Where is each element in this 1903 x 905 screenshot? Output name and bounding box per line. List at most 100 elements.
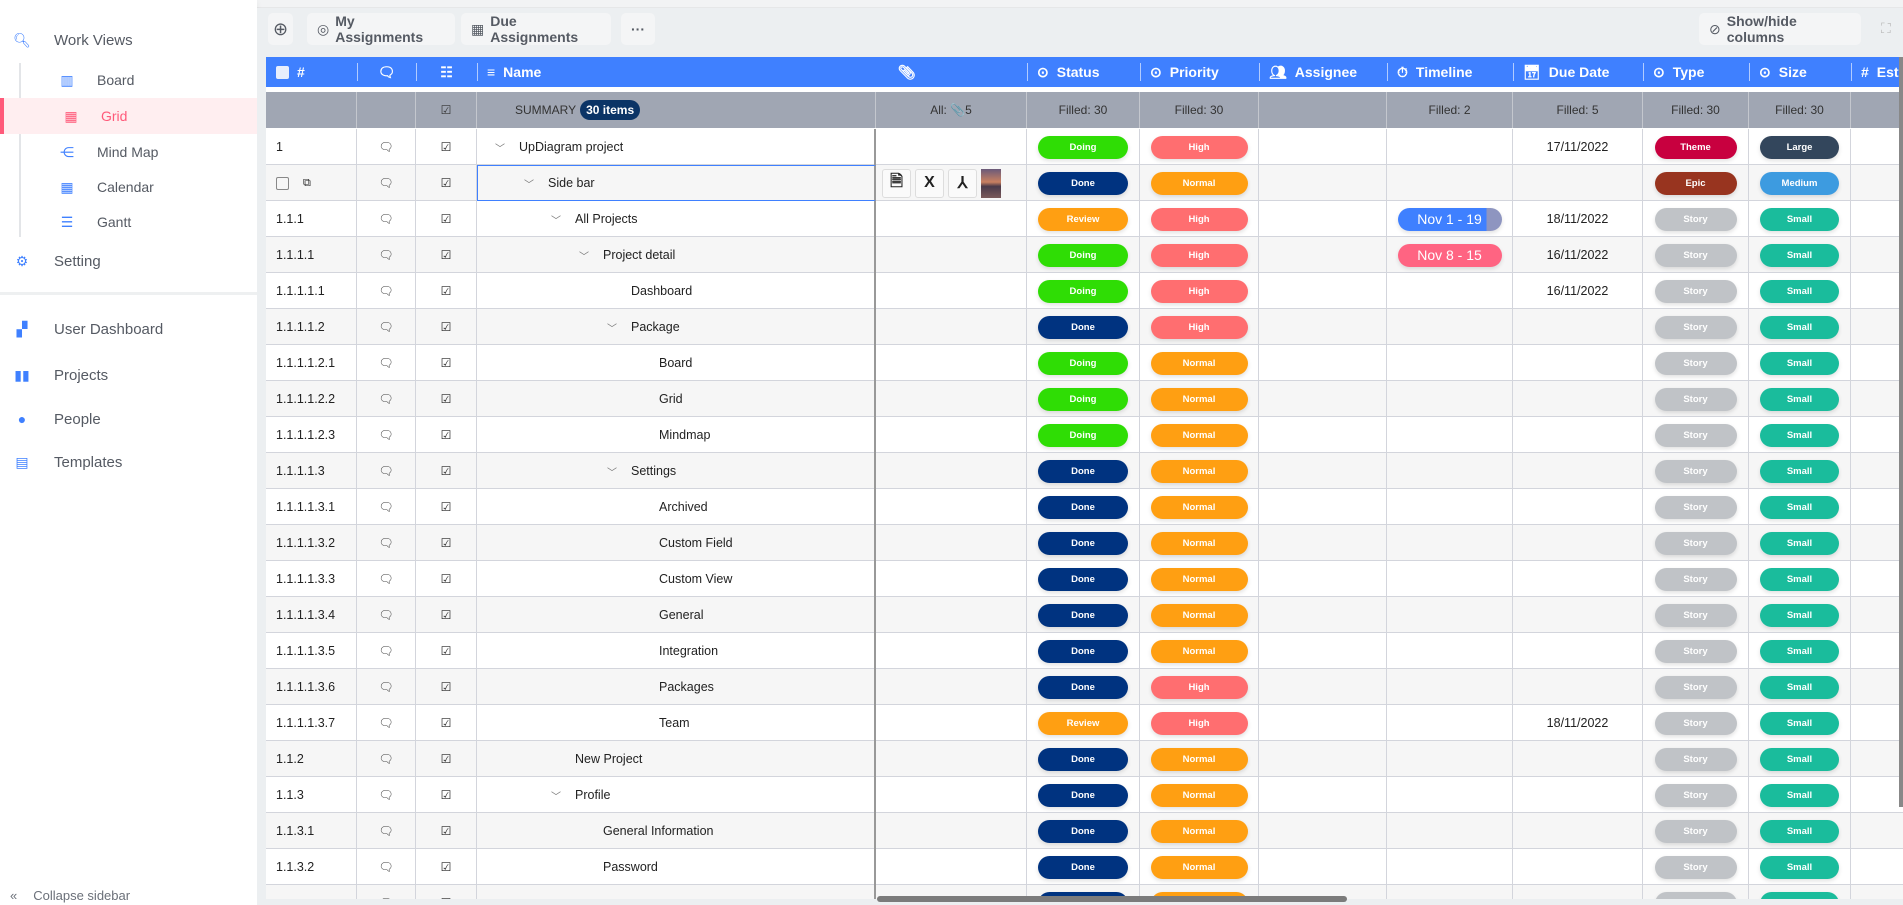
table-row[interactable]: 1.1.1.1.3.3 🗨︎ ☑ Custom View Done Normal Story… — [266, 561, 1903, 597]
status-pill[interactable]: Done — [1038, 567, 1128, 591]
sidebar-item-people[interactable]: ● People — [0, 401, 257, 437]
row-checkbox[interactable] — [276, 176, 289, 190]
name-cell[interactable]: ﹀ Settings — [477, 453, 876, 489]
table-row[interactable]: 1.1.3 🗨︎ ☑ ﹀ Profile Done Normal Story Small — [266, 777, 1903, 813]
header-assignee[interactable]: 👥︎ Assignee — [1259, 57, 1387, 87]
table-row[interactable]: 1 🗨︎ ☑ ﹀ UpDiagram project Doing High 17/11/202… — [266, 129, 1903, 165]
checkbox-icon[interactable]: ☑ — [441, 392, 452, 406]
comment-icon[interactable]: 🗨︎ — [378, 824, 393, 838]
comment-icon[interactable]: 🗨︎ — [378, 500, 393, 514]
checkbox-icon[interactable]: ☑ — [441, 320, 452, 334]
type-pill[interactable]: Story — [1654, 855, 1737, 879]
checkbox-icon[interactable]: ☑ — [441, 248, 452, 262]
comment-icon[interactable]: 🗨︎ — [378, 140, 393, 154]
comment-icon[interactable]: 🗨︎ — [378, 212, 393, 226]
size-pill[interactable]: Small — [1760, 243, 1839, 267]
chevron-down-icon[interactable]: ﹀ — [607, 320, 617, 335]
priority-pill[interactable]: Normal — [1150, 567, 1248, 591]
status-pill[interactable]: Review — [1038, 207, 1128, 231]
priority-pill[interactable]: Normal — [1150, 423, 1248, 447]
table-row[interactable]: 1.1.1.1.3.5 🗨︎ ☑ Integration Done Normal Story… — [266, 633, 1903, 669]
header-name[interactable]: ≡ Name — [477, 57, 876, 87]
checkbox-icon[interactable]: ☑ — [441, 824, 452, 838]
status-pill[interactable]: Done — [1038, 603, 1128, 627]
checkbox-icon[interactable]: ☑ — [441, 752, 452, 766]
name-cell[interactable]: Mindmap — [477, 417, 876, 453]
status-pill[interactable]: Doing — [1038, 243, 1128, 267]
checkbox-icon[interactable]: ☑ — [441, 284, 452, 298]
table-row[interactable]: 1.1.1.1.3.6 🗨︎ ☑ Packages Done High Story Small — [266, 669, 1903, 705]
priority-pill[interactable]: High — [1150, 279, 1248, 303]
status-pill[interactable]: Done — [1038, 495, 1128, 519]
table-row[interactable]: 1.1.1.1.2.3 🗨︎ ☑ Mindmap Doing Normal Story Sma… — [266, 417, 1903, 453]
checkbox-icon[interactable]: ☑ — [441, 500, 452, 514]
header-num[interactable]: # — [266, 57, 357, 87]
add-button[interactable]: ⊕ — [268, 13, 293, 45]
checkbox-icon[interactable]: ☑ — [441, 608, 452, 622]
size-pill[interactable]: Small — [1760, 423, 1839, 447]
table-row[interactable]: ⧉ 🗨︎ ☑ ﹀ Side bar 🗎 X ⅄ Done Normal Epic Medium — [266, 165, 1903, 201]
size-pill[interactable]: Small — [1760, 891, 1839, 899]
comment-icon[interactable]: 🗨︎ — [378, 644, 393, 658]
table-row[interactable]: 1.1.1.1.2.2 🗨︎ ☑ Grid Doing Normal Story Small — [266, 381, 1903, 417]
status-pill[interactable]: Done — [1038, 639, 1128, 663]
name-cell[interactable]: Packages — [477, 669, 876, 705]
comment-icon[interactable]: 🗨︎ — [378, 896, 393, 899]
priority-pill[interactable]: Normal — [1150, 747, 1248, 771]
name-cell[interactable]: New Project — [477, 741, 876, 777]
type-pill[interactable]: Story — [1654, 207, 1737, 231]
comment-icon[interactable]: 🗨︎ — [378, 320, 393, 334]
checkbox-icon[interactable]: ☑ — [441, 464, 452, 478]
name-cell[interactable]: Integration — [477, 633, 876, 669]
collapse-sidebar-button[interactable]: « Collapse sidebar — [10, 888, 130, 903]
size-pill[interactable]: Small — [1760, 351, 1839, 375]
priority-pill[interactable]: High — [1150, 711, 1248, 735]
name-cell[interactable]: Archived — [477, 489, 876, 525]
show-hide-columns-button[interactable]: ⊘ Show/hide columns — [1699, 13, 1861, 45]
type-pill[interactable]: Story — [1654, 531, 1737, 555]
pdf-icon[interactable]: ⅄ — [948, 168, 977, 198]
status-pill[interactable]: Done — [1038, 819, 1128, 843]
chevron-down-icon[interactable]: ﹀ — [607, 464, 617, 479]
sidebar-item-user-dashboard[interactable]: ▞ User Dashboard — [0, 311, 257, 347]
sidebar-item-mind-map[interactable]: ⋲ Mind Map — [0, 134, 257, 170]
priority-pill[interactable]: Normal — [1150, 171, 1248, 195]
open-external-icon[interactable]: ⧉ — [303, 177, 311, 190]
type-pill[interactable]: Epic — [1654, 171, 1737, 195]
status-pill[interactable]: Doing — [1038, 387, 1128, 411]
fullscreen-icon[interactable]: ⛶ — [1881, 20, 1891, 37]
size-pill[interactable]: Small — [1760, 639, 1839, 663]
size-pill[interactable]: Small — [1760, 855, 1839, 879]
priority-pill[interactable]: Normal — [1150, 495, 1248, 519]
size-pill[interactable]: Small — [1760, 207, 1839, 231]
comment-icon[interactable]: 🗨︎ — [378, 428, 393, 442]
header-size[interactable]: ⊙ Size — [1749, 57, 1851, 87]
name-cell[interactable]: Board — [477, 345, 876, 381]
comment-icon[interactable]: 🗨︎ — [378, 752, 393, 766]
name-cell[interactable]: Custom Field — [477, 525, 876, 561]
type-pill[interactable]: Story — [1654, 639, 1737, 663]
type-pill[interactable]: Story — [1654, 675, 1737, 699]
timeline-bar[interactable]: Nov 8 - 15 — [1397, 243, 1502, 267]
type-pill[interactable]: Story — [1654, 351, 1737, 375]
excel-icon[interactable]: X — [915, 168, 944, 198]
my-assignments-button[interactable]: ◎ My Assignments — [307, 13, 455, 45]
size-pill[interactable]: Small — [1760, 603, 1839, 627]
priority-pill[interactable]: Normal — [1150, 819, 1248, 843]
comment-icon[interactable]: 🗨︎ — [378, 788, 393, 802]
table-row[interactable]: 1.1.1 🗨︎ ☑ ﹀ All Projects Review High Nov 1 - 1… — [266, 201, 1903, 237]
table-row[interactable]: 1.1.1.1.3 🗨︎ ☑ ﹀ Settings Done Normal Story Smal… — [266, 453, 1903, 489]
type-pill[interactable]: Story — [1654, 243, 1737, 267]
document-icon[interactable]: 🗎 — [882, 168, 911, 198]
type-pill[interactable]: Story — [1654, 315, 1737, 339]
table-row[interactable]: 1.1.1.1.2 🗨︎ ☑ ﹀ Package Done High Story Small — [266, 309, 1903, 345]
type-pill[interactable]: Story — [1654, 495, 1737, 519]
size-pill[interactable]: Small — [1760, 387, 1839, 411]
size-pill[interactable]: Small — [1760, 495, 1839, 519]
type-pill[interactable]: Story — [1654, 819, 1737, 843]
type-pill[interactable]: Story — [1654, 783, 1737, 807]
name-cell[interactable]: General Information — [477, 813, 876, 849]
due-assignments-button[interactable]: ▦ Due Assignments — [461, 13, 611, 45]
sidebar-item-calendar[interactable]: ▦ Calendar — [0, 169, 257, 205]
status-pill[interactable]: Doing — [1038, 135, 1128, 159]
